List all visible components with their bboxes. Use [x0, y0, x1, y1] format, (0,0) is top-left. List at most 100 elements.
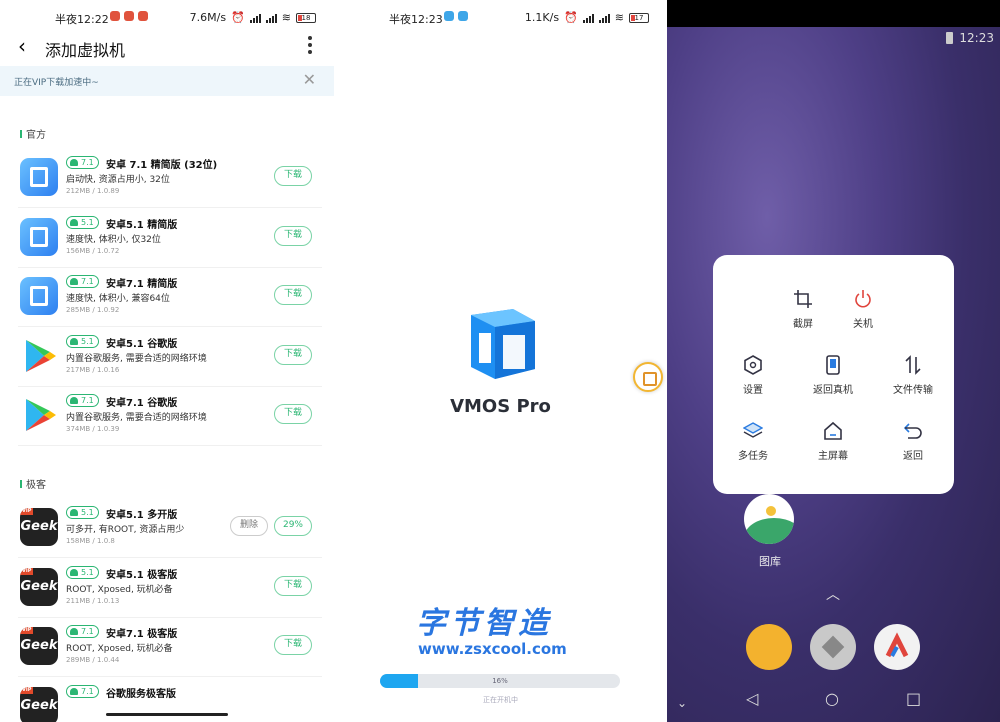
- app-header: ‹ 添加虚拟机: [0, 34, 334, 62]
- menu-item-power[interactable]: 关机: [823, 289, 903, 330]
- vm-list-item[interactable]: VIP Geek 5.1 安卓5.1 极客版 ROOT, Xposed, 玩机必备 211…: [18, 558, 322, 618]
- menu-item-label: 返回: [903, 451, 923, 462]
- android-version-badge: 5.1: [66, 334, 99, 348]
- android-version-badge: 5.1: [66, 565, 99, 579]
- watermark-title: 字节智造: [416, 606, 552, 641]
- download-button[interactable]: 下载: [274, 404, 312, 424]
- download-button[interactable]: 29%: [274, 516, 312, 536]
- signal-icon-2: [265, 13, 277, 23]
- google-play-icon: [20, 336, 58, 375]
- floating-ball-icon[interactable]: [633, 362, 663, 392]
- vm-desktop: 12:23 截屏 关机 设置 返回真机 文件传输 多任务 主屏幕 返回 图库 ︿…: [667, 0, 1000, 722]
- dock-settings-icon[interactable]: [810, 624, 856, 670]
- menu-item-label: 设置: [743, 385, 763, 396]
- section-title-geek: 极客: [20, 476, 46, 491]
- menu-item-label: 截屏: [793, 319, 813, 330]
- network-speed: 1.1K/s: [524, 11, 560, 24]
- android-version-badge: 5.1: [66, 506, 99, 519]
- nav-recents-icon[interactable]: □: [906, 689, 921, 708]
- status-right: 7.6M/s ⏰ ≋ 18: [190, 11, 316, 24]
- vm-description: ROOT, Xposed, 玩机必备: [66, 584, 173, 595]
- vm-description: 内置谷歌服务, 需要合适的网络环境: [66, 413, 207, 423]
- chevron-up-icon[interactable]: ︿: [826, 584, 840, 604]
- menu-item-back[interactable]: 返回: [873, 421, 953, 462]
- home-icon: [824, 421, 842, 440]
- signal-icon: [582, 13, 594, 23]
- progress-caption: 正在开机中: [483, 696, 518, 704]
- signal-icon-2: [598, 13, 610, 23]
- vmos-icon: [20, 277, 58, 315]
- vm-list-item[interactable]: 7.1 安卓7.1 精简版 速度快, 体积小, 兼容64位 285MB / 1.0.9…: [18, 267, 322, 327]
- alarm-icon: ⏰: [231, 11, 245, 24]
- vm-list-item[interactable]: 7.1 安卓 7.1 精简版 (32位) 启动快, 资源占用小, 32位 212MB …: [18, 148, 322, 208]
- dock-app-icon-1[interactable]: [746, 624, 792, 670]
- menu-item-settings[interactable]: 设置: [713, 355, 793, 396]
- vm-meta: 212MB / 1.0.89: [66, 187, 120, 195]
- vm-clock: 12:23: [959, 31, 994, 45]
- download-button[interactable]: 下载: [274, 575, 312, 596]
- menu-item-label: 关机: [853, 319, 873, 330]
- nav-back-icon[interactable]: ◁: [746, 689, 758, 708]
- vm-name: 安卓7.1 谷歌版: [106, 398, 178, 409]
- status-bar: 半夜12:23 1.1K/s ⏰ ≋ 17: [334, 0, 667, 34]
- dock-app-icon-3[interactable]: [874, 624, 920, 670]
- page-title: 添加虚拟机: [45, 41, 126, 60]
- menu-item-label: 返回真机: [813, 385, 853, 396]
- close-icon[interactable]: ✕: [303, 71, 316, 89]
- download-button[interactable]: 下载: [274, 225, 312, 246]
- android-version-badge: 7.1: [66, 625, 99, 638]
- vm-list-item[interactable]: VIP Geek 5.1 安卓5.1 多开版 可多开, 有ROOT, 资源占用少 158M…: [18, 498, 322, 558]
- google-play-icon: [20, 396, 58, 434]
- vm-name: 谷歌服务极客版: [106, 688, 176, 700]
- notification-icon: [110, 11, 120, 21]
- back-arrow-icon[interactable]: ‹: [18, 36, 26, 56]
- status-bar: 半夜12:22 7.6M/s ⏰ ≋ 18: [0, 0, 334, 34]
- vm-meta: 289MB / 1.0.44: [66, 656, 120, 664]
- notification-icon: [138, 11, 148, 21]
- vm-description: 速度快, 体积小, 兼容64位: [66, 294, 170, 304]
- boot-screen: 半夜12:23 1.1K/s ⏰ ≋ 17 VMOS Pro 字节智造 www.…: [334, 0, 667, 722]
- geek-icon: VIP Geek: [20, 567, 58, 606]
- download-button[interactable]: 下载: [274, 285, 312, 305]
- vm-meta: 211MB / 1.0.13: [66, 596, 120, 605]
- add-vm-screen: 半夜12:22 7.6M/s ⏰ ≋ 18 ‹ 添加虚拟机 正在VIP下载加速中…: [0, 0, 334, 722]
- menu-item-return-real[interactable]: 返回真机: [793, 355, 873, 396]
- vm-name: 安卓5.1 多开版: [106, 510, 178, 521]
- vm-description: ROOT, Xposed, 玩机必备: [66, 644, 173, 654]
- more-vertical-icon[interactable]: [308, 36, 312, 54]
- vm-meta: 158MB / 1.0.8: [66, 537, 115, 545]
- status-time: 半夜12:23: [389, 13, 443, 26]
- wifi-icon: ≋: [614, 11, 624, 24]
- menu-item-home[interactable]: 主屏幕: [793, 421, 873, 462]
- nav-collapse-icon[interactable]: ⌄: [677, 696, 687, 710]
- menu-item-file-transfer[interactable]: 文件传输: [873, 355, 953, 396]
- vip-banner: 正在VIP下载加速中~ ✕: [0, 66, 334, 96]
- power-icon: [855, 290, 871, 308]
- delete-button[interactable]: 删除: [230, 516, 268, 536]
- phone-icon: [826, 355, 840, 375]
- nav-home-icon[interactable]: ○: [825, 689, 839, 708]
- gallery-app-icon[interactable]: [744, 494, 794, 544]
- download-button[interactable]: 下载: [274, 635, 312, 655]
- vm-list-item[interactable]: 7.1 安卓7.1 谷歌版 内置谷歌服务, 需要合适的网络环境 374MB / 1.0…: [18, 386, 322, 446]
- download-button[interactable]: 下载: [274, 344, 312, 365]
- android-version-badge: 5.1: [66, 215, 99, 229]
- vm-name: 安卓5.1 精简版: [106, 219, 178, 231]
- network-speed: 7.6M/s: [189, 11, 227, 24]
- top-black-bar: [667, 0, 1000, 27]
- screenshot-root: 半夜12:22 7.6M/s ⏰ ≋ 18 ‹ 添加虚拟机 正在VIP下载加速中…: [0, 0, 1000, 722]
- watermark-url: www.zsxcool.com: [418, 640, 567, 658]
- section-title-official: 官方: [20, 126, 46, 141]
- battery-icon: [946, 32, 954, 44]
- vm-list-item[interactable]: 5.1 安卓5.1 精简版 速度快, 体积小, 仅32位 156MB / 1.0.72…: [18, 208, 322, 268]
- gesture-bar[interactable]: [106, 713, 228, 716]
- menu-item-multitask[interactable]: 多任务: [713, 421, 793, 462]
- alarm-icon: ⏰: [564, 11, 578, 24]
- vm-list-item[interactable]: 5.1 安卓5.1 谷歌版 内置谷歌服务, 需要合适的网络环境 217MB / 1.0…: [18, 327, 322, 387]
- vm-meta: 374MB / 1.0.39: [66, 425, 120, 433]
- download-button[interactable]: 下载: [274, 166, 312, 186]
- vm-list-item[interactable]: VIP Geek 7.1 安卓7.1 极客版 ROOT, Xposed, 玩机必备 289…: [18, 617, 322, 677]
- gallery-label: 图库: [759, 555, 781, 568]
- vm-name: 安卓5.1 谷歌版: [106, 338, 178, 350]
- android-version-badge: 7.1: [66, 275, 99, 288]
